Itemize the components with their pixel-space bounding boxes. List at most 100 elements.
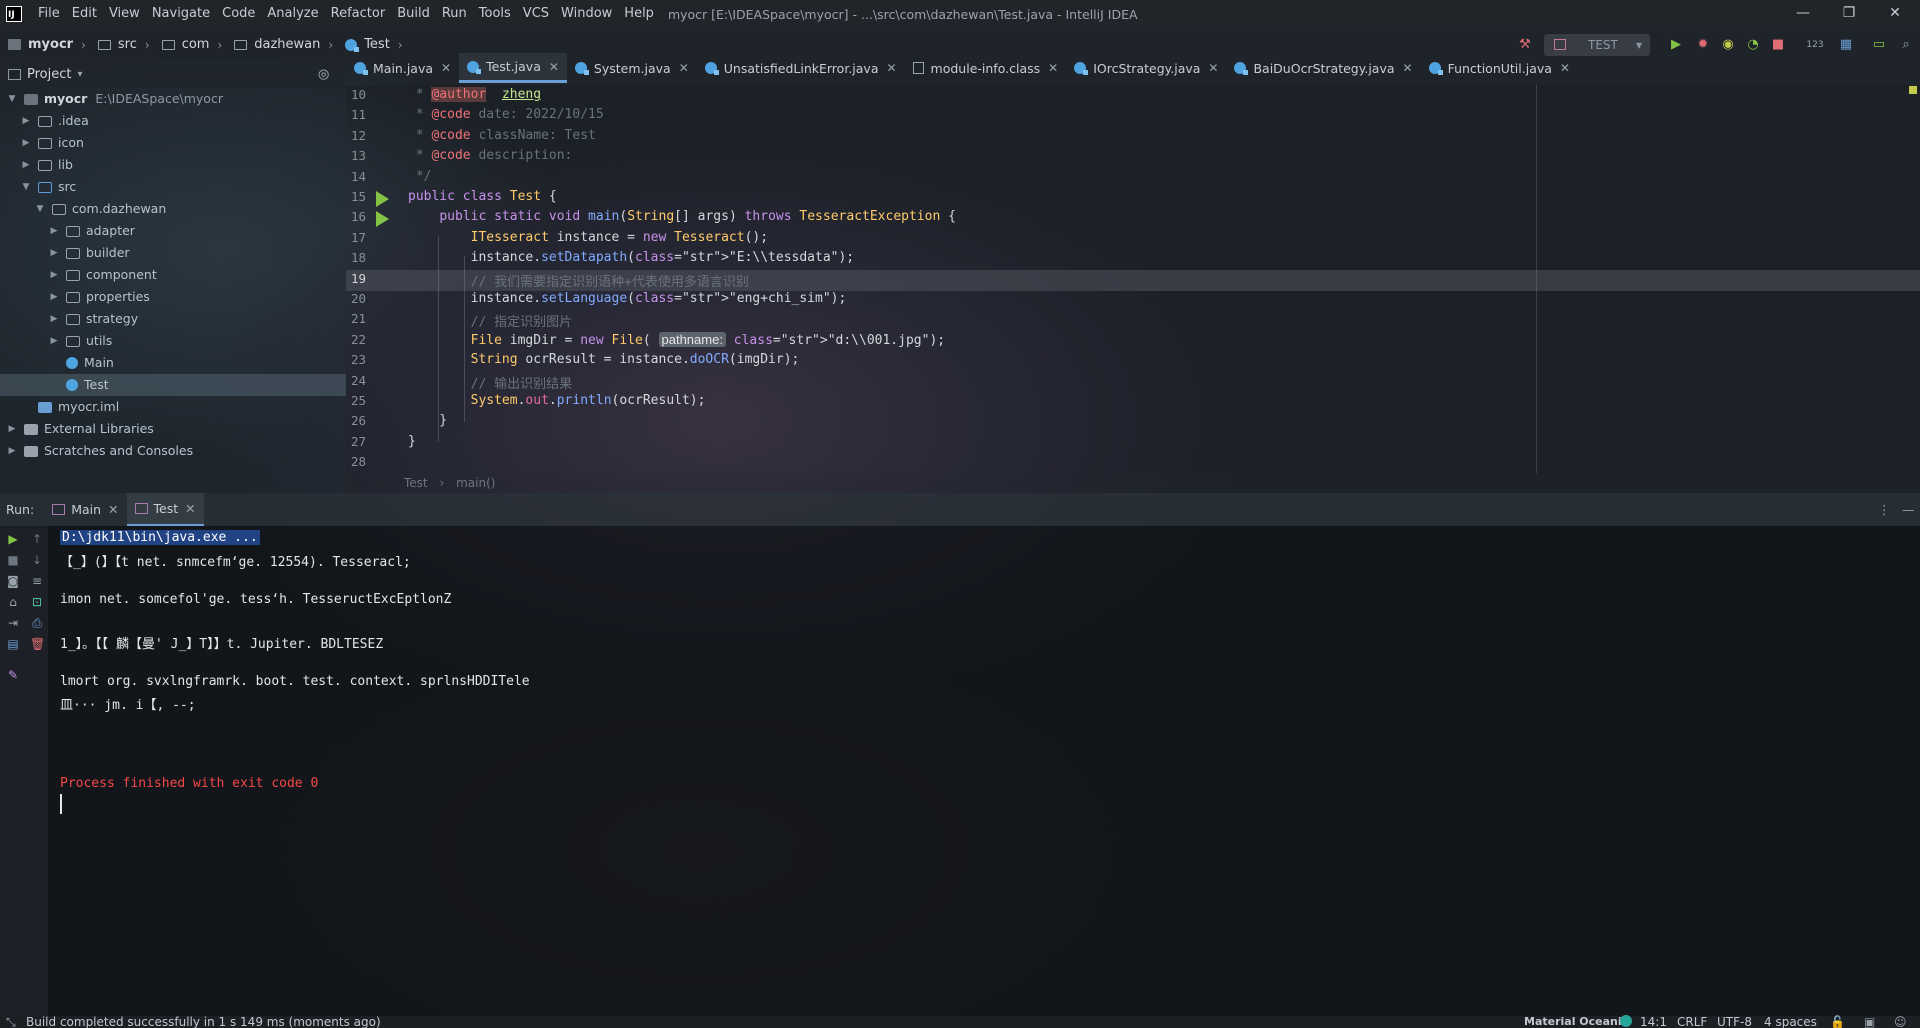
menu-help[interactable]: Help <box>618 0 660 28</box>
line-separator[interactable]: CRLF <box>1677 1011 1707 1028</box>
lock-icon[interactable]: 🔓 <box>1830 1011 1845 1028</box>
editor-tab[interactable]: Main.java ✕ <box>346 53 459 83</box>
tree-item[interactable]: Test <box>0 374 346 396</box>
code-line[interactable]: File imgDir = new File( pathname: class=… <box>408 331 945 348</box>
minimize-window-icon[interactable]: — <box>1780 0 1826 28</box>
editor-tab[interactable]: module-info.class ✕ <box>905 53 1067 83</box>
clear-trash-icon[interactable]: 🗑 <box>30 637 45 651</box>
project-panel-title[interactable]: Project <box>27 67 71 82</box>
close-icon[interactable]: ✕ <box>679 61 689 75</box>
memory-icon[interactable]: ▣ <box>1864 1011 1875 1028</box>
coverage-icon[interactable]: ◉ <box>1721 38 1735 52</box>
code-line[interactable]: } <box>408 434 416 449</box>
code-line[interactable]: * @code className: Test <box>408 128 596 143</box>
file-encoding[interactable]: UTF-8 <box>1717 1011 1752 1028</box>
code-line[interactable]: String ocrResult = instance.doOCR(imgDir… <box>408 352 800 367</box>
status-message[interactable]: Build completed successfully in 1 s 149 … <box>26 1011 381 1028</box>
search-everywhere-icon[interactable]: ⌕ <box>1899 38 1913 52</box>
breadcrumb-src[interactable]: src › <box>94 28 158 61</box>
chevron-right-icon[interactable]: ▶ <box>20 110 32 132</box>
close-icon[interactable]: ✕ <box>1560 61 1570 75</box>
run-tab-test[interactable]: Test ✕ <box>126 493 204 526</box>
caret-position[interactable]: 14:1 <box>1640 1011 1667 1028</box>
editor-tab[interactable]: FunctionUtil.java ✕ <box>1421 53 1578 83</box>
soft-wrap-icon[interactable]: ≡ <box>30 574 44 588</box>
chevron-right-icon[interactable]: ▶ <box>48 264 60 286</box>
tree-item[interactable]: ▶ Scratches and Consoles <box>6 440 194 462</box>
tree-item[interactable]: myocr.iml <box>20 396 119 418</box>
chevron-right-icon[interactable]: ▶ <box>6 440 18 462</box>
editor-tab[interactable]: IOrcStrategy.java ✕ <box>1066 53 1226 83</box>
chevron-right-icon[interactable]: ▶ <box>20 154 32 176</box>
tree-item[interactable]: ▼ myocr E:\IDEASpace\myocr <box>6 88 223 110</box>
run-icon[interactable]: ▶ <box>1669 38 1683 52</box>
code-editor[interactable]: 10 * @author zheng 11 * @code date: 2022/… <box>346 85 1920 473</box>
hide-panel-icon[interactable]: — <box>1902 502 1915 517</box>
terminal-icon[interactable]: ▭ <box>1872 38 1886 52</box>
theme-indicator[interactable]: Material Oceanic <box>1524 1011 1628 1028</box>
menu-build[interactable]: Build <box>391 0 436 28</box>
menu-file[interactable]: File <box>32 0 66 28</box>
tree-item[interactable]: ▼ com.dazhewan <box>34 198 167 220</box>
tree-item[interactable]: ▶ icon <box>20 132 84 154</box>
scroll-down-icon[interactable]: ↓ <box>30 553 44 567</box>
scroll-to-end-icon[interactable]: ⊡ <box>30 595 44 609</box>
chevron-right-icon[interactable]: ▶ <box>6 418 18 440</box>
scroll-up-icon[interactable]: ↑ <box>30 532 44 546</box>
chevron-down-icon[interactable]: ▾ <box>77 69 82 80</box>
project-structure-icon[interactable]: ▦ <box>1839 38 1853 52</box>
close-icon[interactable]: ✕ <box>441 61 451 75</box>
tree-item[interactable]: ▶ properties <box>48 286 150 308</box>
code-line[interactable]: System.out.println(ocrResult); <box>408 393 706 408</box>
code-line[interactable]: } <box>408 413 447 428</box>
tree-item[interactable]: ▶ External Libraries <box>6 418 154 440</box>
indent-setting[interactable]: 4 spaces <box>1764 1011 1817 1028</box>
close-icon[interactable]: ✕ <box>108 502 118 517</box>
menu-analyze[interactable]: Analyze <box>261 0 324 28</box>
editor-tab[interactable]: UnsatisfiedLinkError.java ✕ <box>697 53 905 83</box>
menu-code[interactable]: Code <box>216 0 261 28</box>
run-tab-main[interactable]: Main ✕ <box>44 493 126 526</box>
editor-tab[interactable]: Test.java ✕ <box>459 53 567 83</box>
run-gutter-icon[interactable] <box>376 191 389 207</box>
tree-item[interactable]: ▶ .idea <box>20 110 89 132</box>
tree-item[interactable]: Main <box>48 352 114 374</box>
pin-icon[interactable]: ⌂ <box>6 595 20 609</box>
menu-tools[interactable]: Tools <box>473 0 517 28</box>
chevron-down-icon[interactable]: ▼ <box>34 198 46 220</box>
breadcrumb-dazhewan[interactable]: dazhewan › <box>230 28 341 61</box>
code-line[interactable]: * @code date: 2022/10/15 <box>408 107 604 122</box>
tree-item[interactable]: ▶ builder <box>48 242 130 264</box>
camera-icon[interactable]: ◙ <box>6 574 20 588</box>
code-line[interactable]: instance.setDatapath(class="str">"E:\\te… <box>408 250 855 265</box>
profile-icon[interactable]: ◔ <box>1746 38 1760 52</box>
tree-item[interactable]: ▼ src <box>20 176 77 198</box>
code-line[interactable]: // 我们需要指定识别语种+代表使用多语言识别 <box>408 271 749 290</box>
rerun-icon[interactable]: ▶ <box>6 532 20 546</box>
code-line[interactable]: * @code description: <box>408 148 573 163</box>
pin-tab-icon[interactable]: ✎ <box>6 668 20 682</box>
close-window-icon[interactable]: ✕ <box>1872 0 1918 28</box>
chevron-down-icon[interactable]: ▼ <box>20 176 32 198</box>
target-icon[interactable]: ◎ <box>318 67 329 82</box>
menu-run[interactable]: Run <box>436 0 473 28</box>
chevron-right-icon[interactable]: ▶ <box>48 308 60 330</box>
close-icon[interactable]: ✕ <box>185 501 195 516</box>
stop-icon[interactable]: ■ <box>6 553 20 567</box>
code-line[interactable]: * @author zheng <box>408 87 541 102</box>
chevron-right-icon[interactable]: ▶ <box>20 132 32 154</box>
tree-item[interactable]: ▶ strategy <box>48 308 139 330</box>
breadcrumb-com[interactable]: com › <box>158 28 231 61</box>
stop-icon[interactable]: ■ <box>1771 38 1785 52</box>
close-icon[interactable]: ✕ <box>1208 61 1218 75</box>
editor-breadcrumb-class[interactable]: Test <box>404 476 428 490</box>
event-log-icon[interactable]: ⤡ <box>6 1011 16 1028</box>
debug-icon[interactable]: ✹ <box>1696 38 1710 52</box>
tree-item[interactable]: ▶ adapter <box>48 220 135 242</box>
inspection-status-icon[interactable] <box>1909 86 1917 94</box>
chevron-down-icon[interactable]: ▼ <box>6 88 18 110</box>
menu-window[interactable]: Window <box>555 0 618 28</box>
more-options-icon[interactable]: ⋮ <box>1878 502 1891 517</box>
code-line[interactable]: // 指定识别图片 <box>408 311 572 330</box>
tree-item[interactable]: ▶ component <box>48 264 157 286</box>
